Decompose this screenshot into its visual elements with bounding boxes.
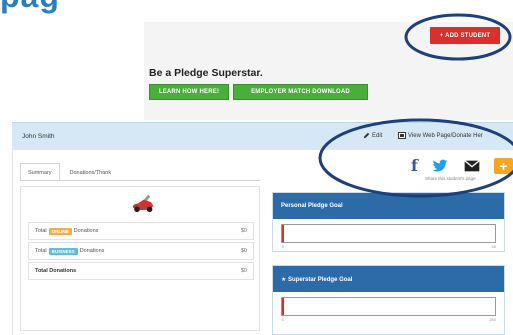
edit-pencil-icon [363, 132, 370, 139]
online-badge: ONLINE [48, 227, 72, 235]
personal-goal-min: 0 [282, 244, 285, 249]
tab-summary[interactable]: Summary [20, 163, 60, 181]
view-web-page-link[interactable]: View Web Page/Donate Her [398, 132, 483, 139]
personal-goal-title: Personal Pledge Goal [273, 193, 504, 219]
facebook-icon[interactable]: f [411, 158, 421, 174]
personal-goal-max: 50 [491, 244, 496, 249]
total-donations-row: Total Donations $0 [28, 262, 254, 280]
web-page-icon [398, 132, 406, 139]
view-page-label: View Web Page/Donate Her [408, 132, 483, 139]
superstar-goal-progress [281, 297, 496, 316]
total-donations-label: Total Donations [35, 268, 77, 274]
learn-how-button[interactable]: LEARN HOW HERE! [149, 84, 229, 100]
superstar-title: Be a Pledge Superstar. [149, 67, 263, 79]
page-heading: pag [0, 0, 60, 15]
row-suffix: Donations [79, 248, 105, 254]
superstar-goal-fill [282, 298, 284, 315]
twitter-icon[interactable] [432, 158, 448, 174]
row-suffix: Donations [73, 228, 99, 234]
superstar-goal-min: 0 [282, 317, 285, 322]
row-prefix: Total [35, 248, 47, 254]
business-donations-row: Total BUSINESS Donations $0 [28, 242, 254, 260]
business-donations-value: $0 [240, 248, 247, 254]
student-name: John Smith [22, 133, 55, 140]
mail-icon[interactable] [464, 158, 480, 174]
online-donations-value: $0 [240, 228, 247, 234]
race-car-icon [132, 194, 154, 213]
plus-icon[interactable]: + [494, 158, 513, 174]
personal-goal-progress [281, 224, 496, 243]
tab-bar: Summary Donations/Thank [20, 163, 121, 181]
edit-label: Edit [372, 132, 383, 139]
business-badge: BUSINESS [48, 247, 78, 255]
row-prefix: Total [35, 228, 47, 234]
superstar-goal-title: ★ Superstar Pledge Goal [273, 266, 504, 292]
online-donations-row: Total ONLINE Donations $0 [28, 222, 254, 240]
tab-underline [20, 180, 260, 181]
personal-goal-card: Personal Pledge Goal 0 50 [272, 192, 505, 252]
share-caption: Share this student's page [425, 176, 476, 181]
edit-link[interactable]: Edit [363, 132, 382, 139]
superstar-goal-card: ★ Superstar Pledge Goal 0 250 [272, 265, 505, 335]
add-student-button[interactable]: + ADD STUDENT [430, 27, 500, 44]
tab-donations-thank[interactable]: Donations/Thank [61, 163, 120, 181]
personal-goal-fill [282, 225, 284, 242]
superstar-goal-max: 250 [489, 317, 496, 322]
total-donations-value: $0 [240, 268, 247, 274]
employer-match-download-button[interactable]: EMPLOYER MATCH DOWNLOAD [233, 84, 368, 100]
